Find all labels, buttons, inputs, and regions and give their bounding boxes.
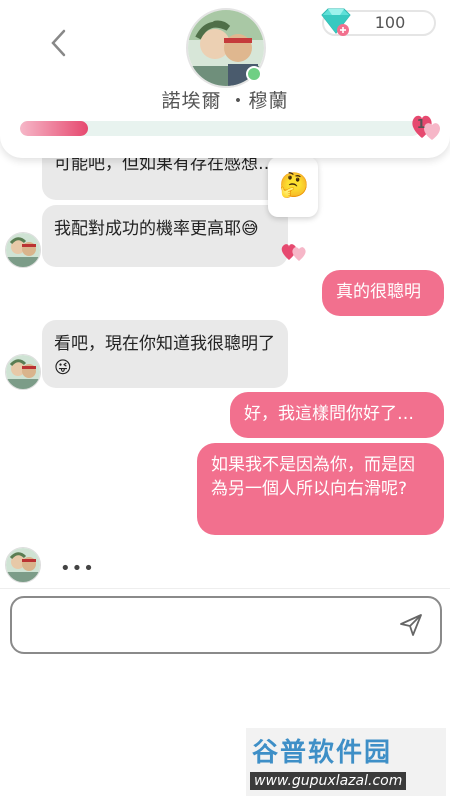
contact-avatar[interactable] — [5, 354, 41, 390]
outgoing-message: 如果我不是因為你，而是因為另一個人所以向右滑呢? — [197, 443, 444, 535]
outgoing-message: 真的很聰明 — [322, 270, 444, 316]
send-icon[interactable] — [398, 612, 424, 638]
incoming-message: 看吧，現在你知道我很聰明了😜 — [42, 320, 288, 388]
diamond-icon[interactable] — [318, 7, 354, 37]
reaction-popup[interactable]: 🤔 — [268, 157, 318, 217]
affinity-progress-bar — [20, 121, 420, 136]
online-status-dot — [246, 66, 262, 82]
heart-reaction-icon[interactable] — [280, 240, 308, 262]
message-text: 好，我這樣問你好了… — [244, 404, 414, 424]
watermark-title: 谷普软件园 — [252, 738, 393, 768]
typing-indicator: ••• — [60, 558, 95, 579]
back-arrow-icon[interactable] — [46, 28, 72, 58]
chat-area[interactable]: 可能吧，但如果有存在感想… 我配對成功的機率更高耶😅 真的很聰明 看吧，現在你知… — [0, 150, 450, 590]
message-text: 如果我不是因為你，而是因為另一個人所以向右滑呢? — [211, 455, 415, 499]
message-text: 我配對成功的機率更高耶😅 — [54, 219, 259, 239]
contact-avatar[interactable] — [5, 232, 41, 268]
message-text: 真的很聰明 — [336, 282, 421, 302]
contact-name: 諾埃爾 ・穆蘭 — [161, 90, 289, 112]
gem-count: 100 — [374, 13, 406, 32]
outgoing-message: 好，我這樣問你好了… — [230, 392, 444, 438]
contact-avatar[interactable] — [5, 547, 41, 583]
heart-count: 1 — [416, 117, 426, 131]
incoming-message: 我配對成功的機率更高耶😅 — [42, 205, 288, 267]
watermark-url: www.gupuxlazal.com — [250, 772, 407, 790]
message-text: 看吧，現在你知道我很聰明了😜 — [54, 334, 275, 378]
chat-header: 諾埃爾 ・穆蘭 100 1 — [0, 0, 450, 158]
message-input[interactable] — [10, 596, 442, 654]
thinking-emoji-icon[interactable]: 🤔 — [279, 171, 309, 199]
affinity-progress-fill — [20, 121, 88, 136]
